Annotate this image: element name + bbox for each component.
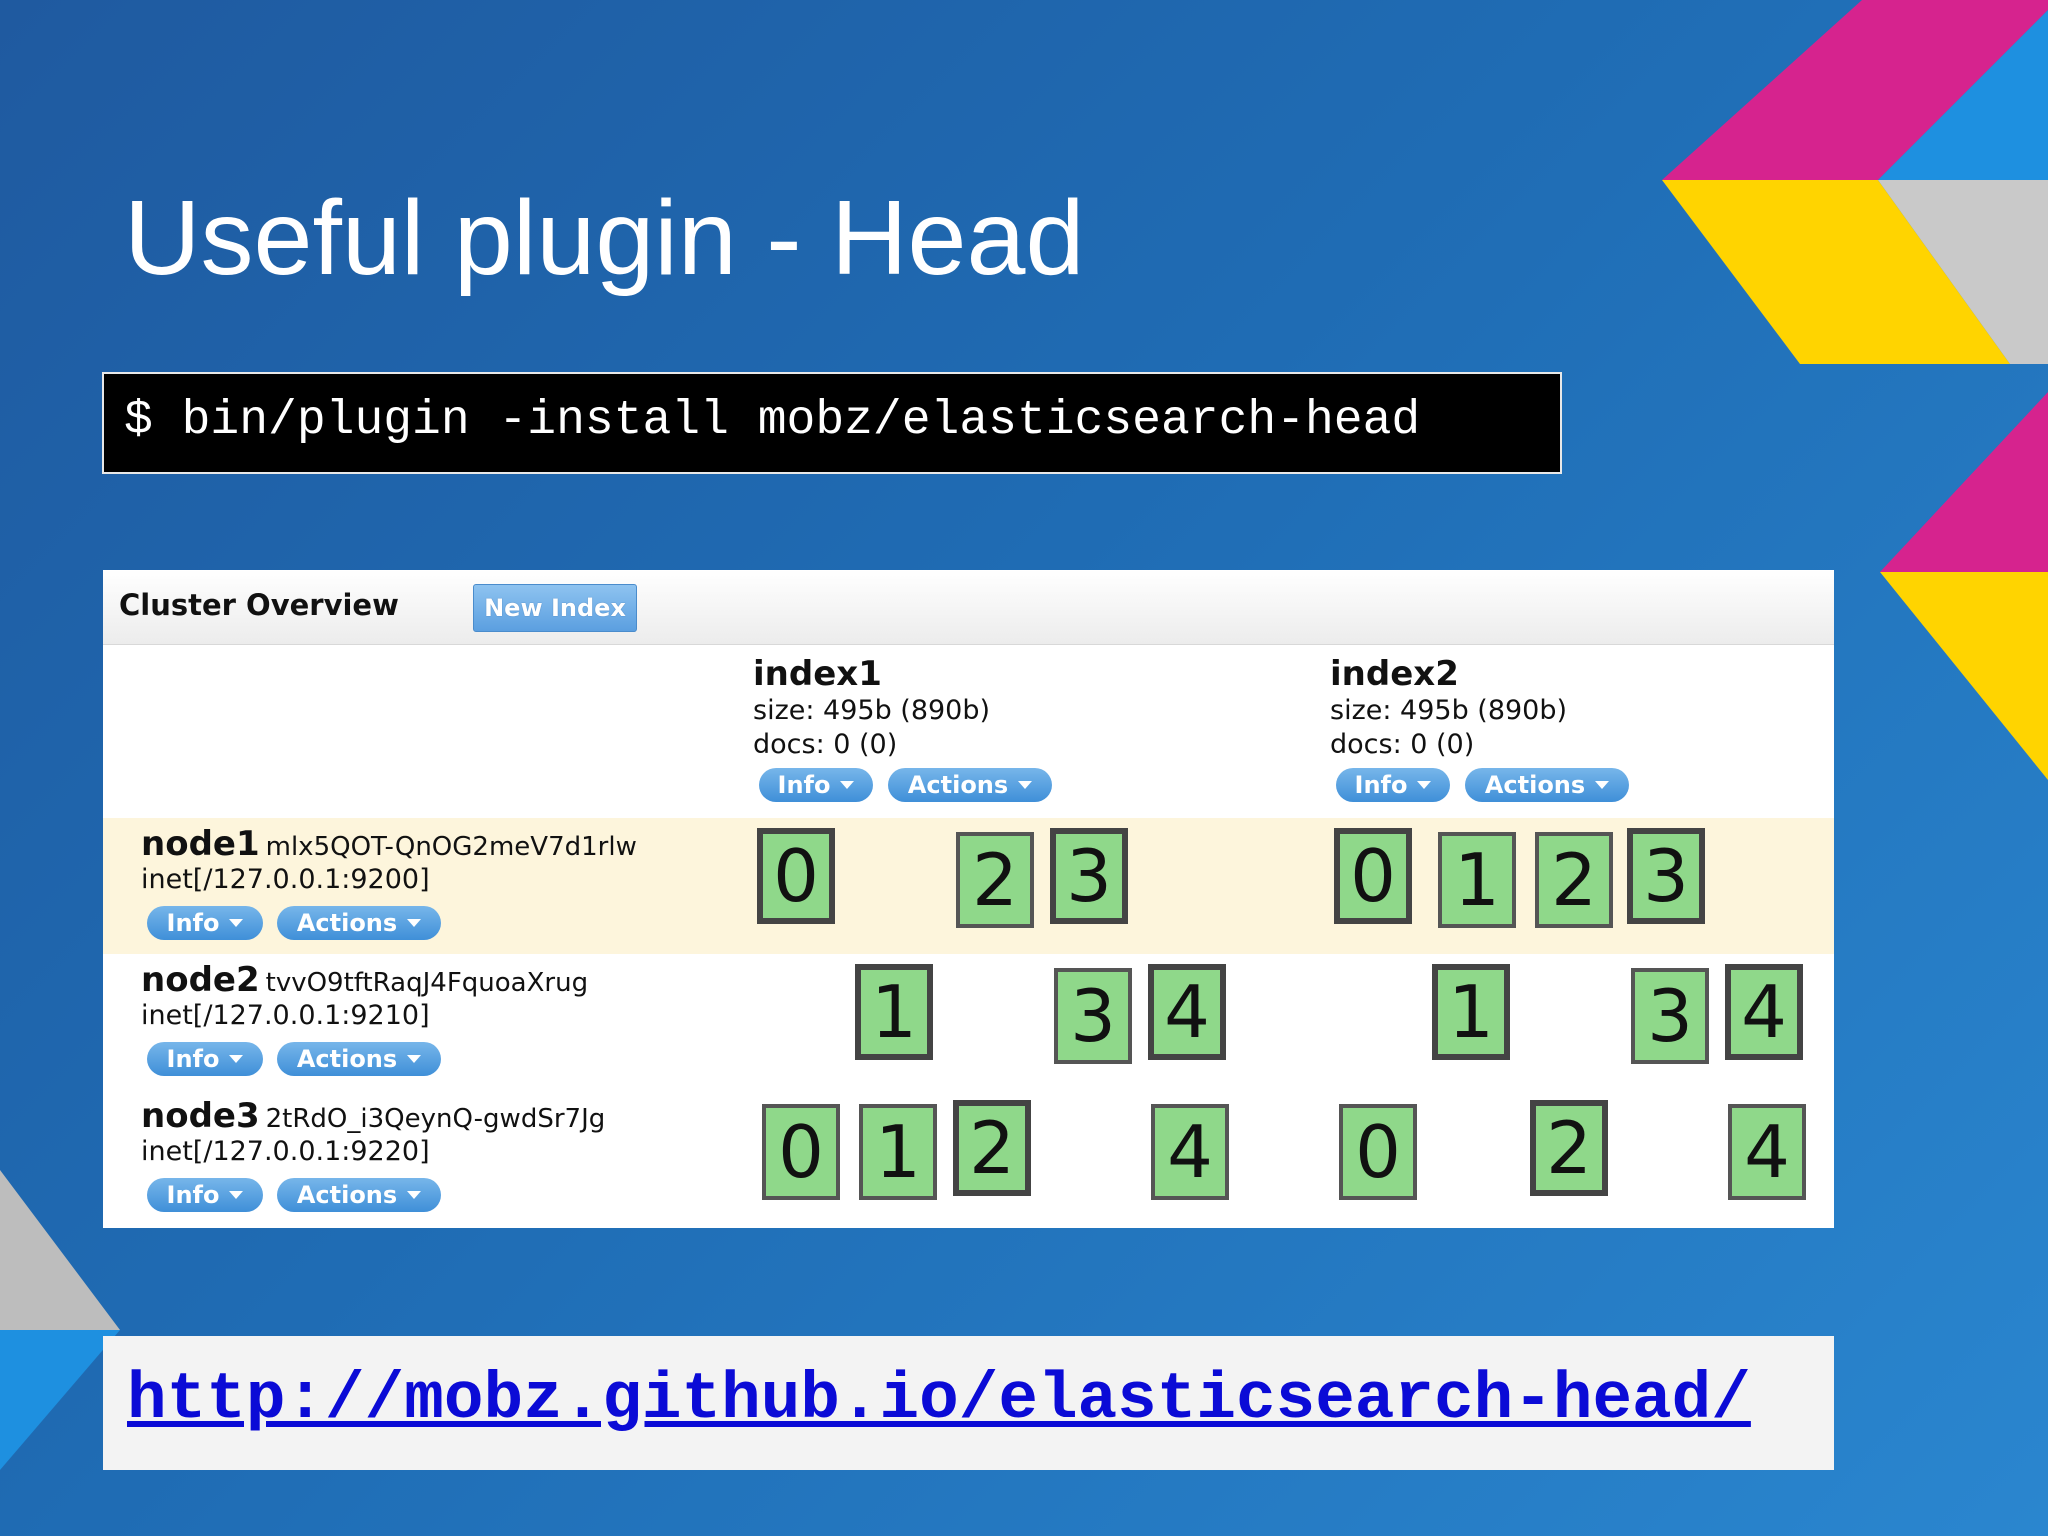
node-name: node2 bbox=[141, 960, 260, 1000]
link-box: http://mobz.github.io/elasticsearch-head… bbox=[103, 1336, 1834, 1470]
actions-label: Actions bbox=[1484, 771, 1586, 799]
info-label: Info bbox=[777, 771, 831, 799]
node-name-line: node3 2tRdO_i3QeynQ-gwdSr7Jg bbox=[141, 1096, 605, 1136]
project-link[interactable]: http://mobz.github.io/elasticsearch-head… bbox=[127, 1362, 1751, 1437]
shard[interactable]: 0 bbox=[762, 1104, 840, 1200]
caret-down-icon bbox=[840, 781, 855, 789]
actions-label: Actions bbox=[296, 1181, 398, 1209]
shard[interactable]: 2 bbox=[1530, 1100, 1608, 1196]
command-box: $ bin/plugin -install mobz/elasticsearch… bbox=[102, 372, 1562, 474]
shard[interactable]: 2 bbox=[1535, 832, 1613, 928]
shard[interactable]: 1 bbox=[1438, 832, 1516, 928]
node-id: mlx5QOT-QnOG2meV7d1rlw bbox=[265, 832, 637, 862]
shard[interactable]: 4 bbox=[1148, 964, 1226, 1060]
cluster-overview-title: Cluster Overview bbox=[119, 588, 399, 622]
node2-actions-button[interactable]: Actions bbox=[277, 1042, 441, 1076]
index-docs: docs: 0 (0) bbox=[753, 729, 898, 760]
node-row-node2: node2 tvvO9tftRaqJ4FquoaXrug inet[/127.0.… bbox=[103, 954, 1834, 1090]
install-command: $ bin/plugin -install mobz/elasticsearch… bbox=[124, 394, 1421, 448]
index1-info-button[interactable]: Info bbox=[759, 768, 873, 802]
node3-actions-button[interactable]: Actions bbox=[277, 1178, 441, 1212]
node-inet: inet[/127.0.0.1:9200] bbox=[141, 864, 430, 895]
caret-down-icon bbox=[1417, 781, 1432, 789]
node-name: node1 bbox=[141, 824, 260, 864]
info-label: Info bbox=[166, 1181, 220, 1209]
shard[interactable]: 0 bbox=[757, 828, 835, 924]
node-name-line: node2 tvvO9tftRaqJ4FquoaXrug bbox=[141, 960, 588, 1000]
index2-info-button[interactable]: Info bbox=[1336, 768, 1450, 802]
node2-info-button[interactable]: Info bbox=[147, 1042, 263, 1076]
shard[interactable]: 4 bbox=[1725, 964, 1803, 1060]
actions-label: Actions bbox=[907, 771, 1009, 799]
caret-down-icon bbox=[1018, 781, 1033, 789]
caret-down-icon bbox=[229, 1191, 244, 1199]
new-index-button[interactable]: New Index bbox=[473, 584, 637, 632]
info-label: Info bbox=[166, 909, 220, 937]
caret-down-icon bbox=[229, 919, 244, 927]
index-name: index1 bbox=[753, 654, 882, 694]
node-id: 2tRdO_i3QeynQ-gwdSr7Jg bbox=[265, 1104, 606, 1134]
caret-down-icon bbox=[407, 1055, 422, 1063]
node-name: node3 bbox=[141, 1096, 260, 1136]
shard[interactable]: 3 bbox=[1054, 968, 1132, 1064]
shard[interactable]: 4 bbox=[1151, 1104, 1229, 1200]
index-size: size: 495b (890b) bbox=[1330, 695, 1568, 726]
shard[interactable]: 1 bbox=[1432, 964, 1510, 1060]
shard[interactable]: 4 bbox=[1728, 1104, 1806, 1200]
node-inet: inet[/127.0.0.1:9220] bbox=[141, 1136, 430, 1167]
shard[interactable]: 3 bbox=[1627, 828, 1705, 924]
node-id: tvvO9tftRaqJ4FquoaXrug bbox=[265, 968, 589, 998]
index-docs: docs: 0 (0) bbox=[1330, 729, 1475, 760]
info-label: Info bbox=[1354, 771, 1408, 799]
shard[interactable]: 1 bbox=[855, 964, 933, 1060]
caret-down-icon bbox=[407, 919, 422, 927]
index-header-index1: index1 size: 495b (890b) docs: 0 (0) bbox=[753, 654, 990, 762]
node-inet: inet[/127.0.0.1:9210] bbox=[141, 1000, 430, 1031]
node-name-line: node1 mlx5QOT-QnOG2meV7d1rlw bbox=[141, 824, 637, 864]
index-size: size: 495b (890b) bbox=[753, 695, 991, 726]
shard[interactable]: 3 bbox=[1050, 828, 1128, 924]
slide-title: Useful plugin - Head bbox=[124, 179, 1085, 297]
index-header-index2: index2 size: 495b (890b) docs: 0 (0) bbox=[1330, 654, 1567, 762]
index2-actions-button[interactable]: Actions bbox=[1465, 768, 1629, 802]
node3-info-button[interactable]: Info bbox=[147, 1178, 263, 1212]
caret-down-icon bbox=[229, 1055, 244, 1063]
actions-label: Actions bbox=[296, 909, 398, 937]
shard[interactable]: 3 bbox=[1631, 968, 1709, 1064]
caret-down-icon bbox=[1595, 781, 1610, 789]
info-label: Info bbox=[166, 1045, 220, 1073]
index-name: index2 bbox=[1330, 654, 1459, 694]
actions-label: Actions bbox=[296, 1045, 398, 1073]
panel-header: Cluster Overview New Index bbox=[103, 570, 1834, 645]
index1-actions-button[interactable]: Actions bbox=[888, 768, 1052, 802]
shard[interactable]: 0 bbox=[1334, 828, 1412, 924]
node1-actions-button[interactable]: Actions bbox=[277, 906, 441, 940]
node1-info-button[interactable]: Info bbox=[147, 906, 263, 940]
shard[interactable]: 2 bbox=[953, 1100, 1031, 1196]
cluster-overview-panel: Cluster Overview New Index index1 size: … bbox=[103, 570, 1834, 1228]
caret-down-icon bbox=[407, 1191, 422, 1199]
shard[interactable]: 2 bbox=[956, 832, 1034, 928]
shard[interactable]: 0 bbox=[1339, 1104, 1417, 1200]
shard[interactable]: 1 bbox=[859, 1104, 937, 1200]
